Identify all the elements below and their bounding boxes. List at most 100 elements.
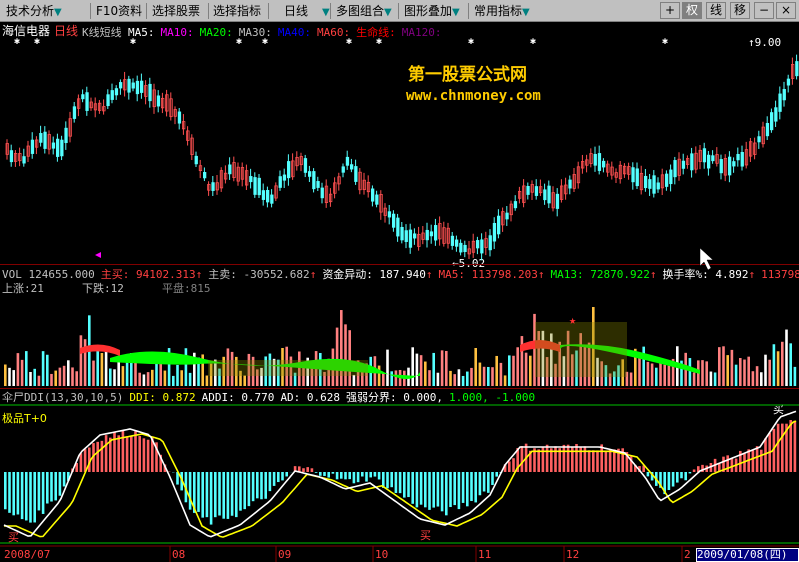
ddi-bar bbox=[340, 472, 343, 479]
ddi-bar bbox=[37, 472, 41, 511]
ddi-bar bbox=[793, 420, 797, 472]
ddi-bar bbox=[130, 435, 133, 472]
candle-body bbox=[64, 127, 68, 144]
volume-bar bbox=[466, 371, 469, 386]
ddi-bar bbox=[16, 472, 20, 515]
candle-body bbox=[652, 175, 656, 194]
ddi-bar bbox=[46, 472, 49, 504]
ddi-bar bbox=[604, 451, 608, 472]
star-marker: ✱ bbox=[346, 36, 352, 47]
ddi-bar bbox=[58, 472, 62, 496]
ddi-bar bbox=[508, 461, 511, 472]
ddi-bar bbox=[302, 468, 305, 472]
ddi-bar bbox=[600, 444, 603, 472]
ddi-bar bbox=[121, 429, 125, 472]
volume-bar bbox=[67, 360, 70, 386]
candle-body bbox=[707, 154, 711, 169]
ddi-bar bbox=[776, 423, 780, 472]
ddi-bar bbox=[520, 446, 524, 472]
candle-body bbox=[56, 138, 60, 157]
ddi-bar bbox=[419, 472, 423, 505]
volume-bar bbox=[520, 336, 524, 386]
volume-bar bbox=[516, 347, 519, 386]
ddi-bar bbox=[264, 472, 267, 499]
volume-bar bbox=[142, 374, 146, 386]
candle-body bbox=[30, 139, 35, 154]
volume-bar bbox=[755, 366, 759, 386]
volume-bar bbox=[4, 364, 7, 386]
ddi-bar bbox=[83, 449, 87, 472]
volume-bar bbox=[205, 375, 209, 386]
volume-bar bbox=[415, 353, 419, 386]
candle-body bbox=[782, 88, 786, 101]
candle-body bbox=[795, 61, 799, 77]
candle-body bbox=[85, 92, 89, 111]
volume-bar bbox=[482, 366, 486, 386]
candle-body bbox=[412, 233, 417, 239]
volume-bar bbox=[54, 370, 57, 386]
star-marker: ✱ bbox=[236, 36, 242, 47]
volume-bar bbox=[629, 372, 633, 386]
ddi-bar bbox=[268, 472, 272, 492]
ddi-bar bbox=[41, 472, 45, 514]
ddi-bar bbox=[335, 472, 339, 480]
volume-bar bbox=[474, 348, 477, 386]
volume-bar bbox=[96, 347, 99, 386]
ddi-bar bbox=[277, 472, 280, 483]
volume-bar bbox=[491, 367, 494, 386]
ddi-bar bbox=[243, 472, 246, 510]
candle-body bbox=[488, 235, 492, 251]
ddi-bar bbox=[344, 472, 347, 480]
ddi-bar bbox=[583, 446, 587, 472]
candle-body bbox=[593, 153, 597, 166]
ddi-bar bbox=[197, 472, 200, 512]
ddi-bar bbox=[680, 472, 683, 479]
candle-body bbox=[110, 90, 114, 100]
candle-body bbox=[320, 187, 324, 199]
volume-bar bbox=[104, 351, 108, 386]
ddi-bar bbox=[205, 472, 209, 518]
ddi-bar bbox=[545, 444, 549, 472]
ddi-bar bbox=[726, 455, 729, 472]
volume-bar bbox=[134, 360, 137, 386]
ddi-bar bbox=[415, 472, 419, 508]
ddi-bar bbox=[764, 438, 767, 472]
candle-body bbox=[60, 139, 64, 157]
ddi-bar bbox=[373, 472, 377, 477]
candle-body bbox=[786, 78, 791, 86]
ddi-bar bbox=[314, 472, 318, 473]
ddi-bar bbox=[272, 472, 276, 486]
candle-body bbox=[396, 217, 400, 237]
candle-body bbox=[349, 164, 354, 170]
candle-body bbox=[202, 172, 207, 179]
candle-body bbox=[114, 88, 119, 96]
candle-body bbox=[496, 215, 501, 235]
volume-bar bbox=[508, 355, 511, 386]
volume-bar bbox=[449, 370, 452, 386]
ddi-bar bbox=[751, 450, 755, 472]
ddi-bar bbox=[4, 472, 7, 510]
volume-bar bbox=[453, 374, 456, 386]
volume-bar bbox=[764, 354, 767, 386]
volume-bar bbox=[739, 358, 742, 386]
candle-body bbox=[505, 212, 509, 220]
volume-bar bbox=[386, 349, 389, 386]
ddi-bar bbox=[256, 472, 259, 499]
volume-bar bbox=[751, 371, 755, 386]
star-marker: ✱ bbox=[530, 36, 536, 47]
volume-bar bbox=[79, 335, 83, 386]
candle-body bbox=[177, 111, 182, 124]
candle-body bbox=[270, 194, 274, 204]
ddi-bar bbox=[478, 472, 482, 496]
ddi-bar bbox=[512, 458, 515, 472]
volume-bar bbox=[655, 367, 658, 386]
candle-body bbox=[391, 213, 396, 228]
candle-body bbox=[345, 156, 350, 166]
volume-bar bbox=[487, 366, 490, 386]
candle-body bbox=[72, 106, 77, 119]
volume-bar bbox=[419, 355, 423, 386]
star-marker: ✱ bbox=[14, 36, 20, 47]
ddi-bar bbox=[424, 472, 427, 508]
ddi-bar bbox=[646, 472, 650, 477]
volume-bar bbox=[768, 359, 771, 386]
